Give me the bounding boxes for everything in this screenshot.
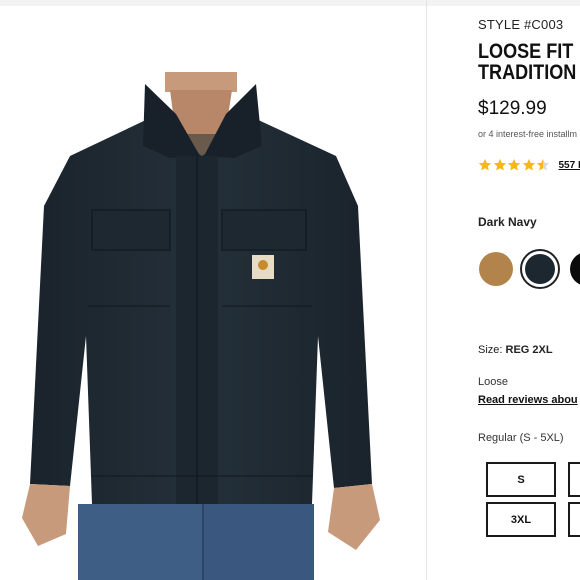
star-icon: [478, 158, 492, 171]
size-label: Size: REG 2XL: [478, 344, 553, 356]
product-info-panel: STYLE #C003 LOOSE FIT TRADITION $129.99 …: [427, 0, 580, 580]
read-reviews-link[interactable]: Read reviews abou: [478, 394, 578, 406]
dark-navy-swatch-fill: [525, 254, 555, 284]
product-price: $129.99: [478, 98, 547, 119]
product-title-line1: LOOSE FIT: [478, 40, 574, 63]
half-star-icon: [536, 158, 550, 171]
size-selected-value: REG 2XL: [505, 344, 553, 356]
star-icon: [522, 158, 535, 171]
rating-row[interactable]: 557 R: [478, 158, 580, 172]
fit-text: Loose: [478, 376, 508, 388]
installments-text[interactable]: or 4 interest-free installm: [478, 129, 577, 139]
product-image[interactable]: [0, 6, 426, 580]
star-rating: [478, 158, 551, 172]
black-swatch[interactable]: [570, 252, 580, 286]
selected-color-label: Dark Navy: [478, 215, 537, 229]
product-title: LOOSE FIT TRADITION: [478, 41, 576, 83]
size-range-label: Regular (S - 5XL): [478, 432, 564, 444]
product-title-line2: TRADITION: [478, 61, 577, 84]
style-number: STYLE #C003: [478, 17, 564, 32]
size-button-3xl[interactable]: 3XL: [486, 502, 556, 537]
size-button[interactable]: [568, 502, 580, 537]
jacket-photo: [22, 72, 380, 580]
size-label-prefix: Size:: [478, 344, 503, 356]
star-icon: [507, 158, 521, 171]
dark-navy-swatch[interactable]: [520, 249, 560, 289]
star-icon: [493, 158, 506, 171]
brown-swatch[interactable]: [479, 252, 513, 286]
size-button[interactable]: [568, 462, 580, 497]
review-count-link[interactable]: 557 R: [559, 160, 580, 171]
size-button-s[interactable]: S: [486, 462, 556, 497]
